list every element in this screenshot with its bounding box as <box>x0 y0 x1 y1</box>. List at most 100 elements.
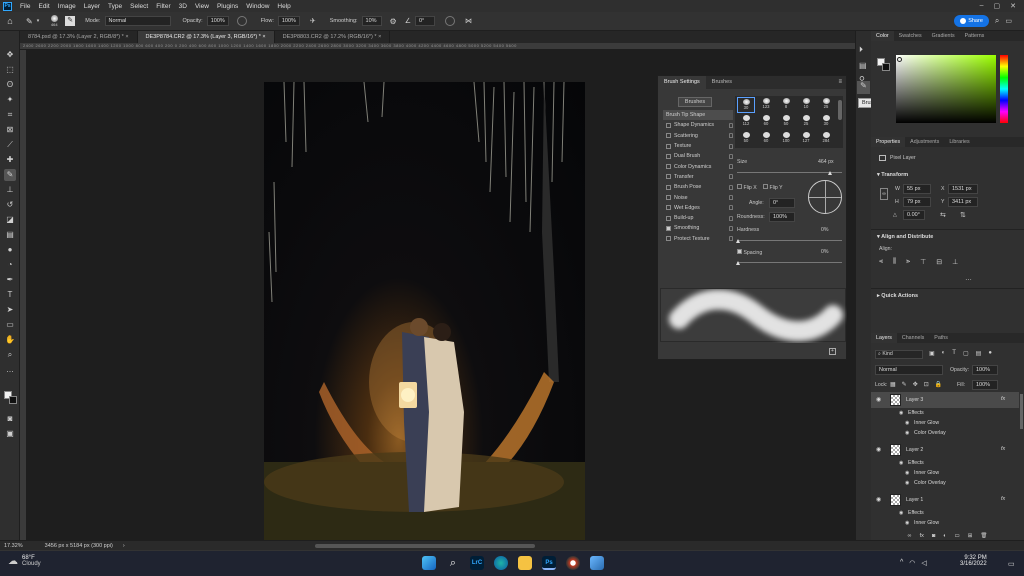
checkbox-icon[interactable] <box>666 153 671 159</box>
background-color-chip[interactable] <box>882 63 890 71</box>
tab-libraries[interactable]: Libraries <box>944 137 974 147</box>
menu-image[interactable]: Image <box>54 3 80 10</box>
eye-icon[interactable]: ◉ <box>905 470 909 476</box>
brush-setting-item[interactable]: Brush Pose <box>663 182 733 192</box>
history-brush-tool-icon[interactable]: ↺ <box>4 199 16 211</box>
tab-properties[interactable]: Properties <box>871 137 906 147</box>
comments-panel-icon[interactable]: ▤ <box>859 61 867 70</box>
checkbox-icon[interactable] <box>666 133 671 139</box>
menu-window[interactable]: Window <box>242 3 273 10</box>
search-icon[interactable]: ⌕ <box>446 556 460 570</box>
lasso-tool-icon[interactable]: ʘ <box>4 79 16 91</box>
size-slider-handle[interactable] <box>828 171 832 175</box>
toggle-brush-panel-icon[interactable]: ✎ <box>65 16 76 26</box>
notification-icon[interactable]: ▭ <box>1008 560 1015 568</box>
chevron-down-icon[interactable]: ▾ <box>37 18 40 24</box>
app-circle-icon[interactable] <box>566 556 580 570</box>
opacity-field[interactable]: 100% <box>206 16 229 26</box>
brush-setting-item[interactable]: Brush Tip Shape <box>663 110 733 121</box>
hardness-value[interactable]: 0% <box>821 227 829 233</box>
checkbox-icon[interactable] <box>666 184 671 190</box>
brush-preset[interactable]: 123 <box>757 97 775 113</box>
tab-document-1[interactable]: 8784.psd @ 17.3% (Layer 2, RGB/8*) * × <box>20 31 138 43</box>
brush-preset[interactable]: 284 <box>817 131 835 147</box>
lock-all-icon[interactable]: 🔒 <box>935 381 942 388</box>
lightroom-icon[interactable]: LrC <box>470 556 484 570</box>
lock-icon[interactable] <box>729 143 733 149</box>
photoshop-icon[interactable]: Ps <box>542 556 556 570</box>
lock-icon[interactable] <box>729 215 733 221</box>
align-top-icon[interactable]: ⊤ <box>920 258 926 266</box>
brush-preset-picker[interactable]: 464 <box>47 15 61 27</box>
flip-y-checkbox[interactable]: Flip Y <box>763 184 783 191</box>
brushes-button[interactable]: Brushes <box>678 97 712 107</box>
brush-preset[interactable]: 100 <box>777 131 795 147</box>
fill-field[interactable]: 100% <box>972 380 998 390</box>
checkbox-icon[interactable] <box>666 195 671 201</box>
lock-icon[interactable] <box>729 205 733 211</box>
brush-preset[interactable]: 50 <box>737 131 755 147</box>
document-info[interactable]: 3456 px x 5184 px (300 ppi) <box>45 543 113 549</box>
hand-tool-icon[interactable]: ✋ <box>4 334 16 346</box>
layer-name[interactable]: Layer 3 <box>906 397 923 403</box>
background-color-swatch[interactable] <box>9 396 17 404</box>
eye-icon[interactable]: ◉ <box>905 480 909 486</box>
eye-icon[interactable]: ◉ <box>905 520 909 526</box>
lock-icon[interactable] <box>729 122 733 128</box>
filter-adjustment-icon[interactable]: ◐ <box>942 350 946 357</box>
flip-vertical-icon[interactable]: ⇅ <box>960 211 966 219</box>
lock-icon[interactable] <box>729 225 733 231</box>
presets-scrollbar[interactable] <box>838 100 842 120</box>
horizontal-scrollbar[interactable] <box>314 543 535 548</box>
photos-icon[interactable] <box>590 556 604 570</box>
brush-settings-panel-icon[interactable]: ✎ <box>857 81 870 94</box>
brush-setting-item[interactable]: Shape Dynamics <box>663 120 733 130</box>
size-slider[interactable] <box>737 172 842 173</box>
tab-adjustments[interactable]: Adjustments <box>905 137 944 147</box>
tab-channels[interactable]: Channels <box>897 333 929 343</box>
mode-select[interactable]: Normal <box>104 16 171 26</box>
menu-layer[interactable]: Layer <box>80 3 104 10</box>
color-picker-field[interactable] <box>896 55 996 123</box>
lock-transparent-icon[interactable]: ▦ <box>890 381 896 388</box>
menu-filter[interactable]: Filter <box>152 3 174 10</box>
y-field[interactable]: 3411 px <box>948 197 978 207</box>
layer-mask-icon[interactable]: ◙ <box>932 533 935 540</box>
filter-toggle-icon[interactable]: ● <box>988 350 992 357</box>
group-icon[interactable]: ▭ <box>955 533 960 540</box>
brush-preset[interactable]: 30 <box>817 114 835 130</box>
transform-header[interactable]: ▾ Transform <box>877 172 908 178</box>
flow-field[interactable]: 100% <box>277 16 300 26</box>
lock-position-icon[interactable]: ✥ <box>913 381 918 388</box>
gradient-tool-icon[interactable]: ▤ <box>4 229 16 241</box>
brush-preset[interactable]: 60 <box>757 114 775 130</box>
blur-tool-icon[interactable]: ● <box>4 244 16 256</box>
brush-preset[interactable]: 127 <box>797 131 815 147</box>
lock-icon[interactable] <box>729 164 733 170</box>
effect-row[interactable]: ◉ Effects <box>871 408 1019 418</box>
eye-icon[interactable]: ◉ <box>899 460 903 466</box>
align-middle-icon[interactable]: ⊟ <box>936 258 942 266</box>
brush-preset[interactable]: 60 <box>757 131 775 147</box>
clone-stamp-tool-icon[interactable]: ⊥ <box>4 184 16 196</box>
checkbox-icon[interactable] <box>666 174 671 180</box>
frame-tool-icon[interactable]: ⊠ <box>4 124 16 136</box>
tab-color[interactable]: Color <box>871 31 894 41</box>
type-tool-icon[interactable]: T <box>4 289 16 301</box>
fx-icon[interactable]: fx <box>1001 496 1005 502</box>
align-bottom-icon[interactable]: ⊥ <box>952 258 958 266</box>
pressure-opacity-icon[interactable] <box>236 16 247 26</box>
tab-patterns[interactable]: Patterns <box>960 31 990 41</box>
tab-document-3[interactable]: DE3P8803.CR2 @ 17.2% (RGB/16*) * × <box>275 31 391 43</box>
checkbox-icon[interactable] <box>666 205 671 211</box>
layer-opacity-field[interactable]: 100% <box>972 365 998 375</box>
document-canvas-photo[interactable] <box>264 82 585 540</box>
symmetry-icon[interactable]: ⋈ <box>465 17 472 25</box>
eye-icon[interactable]: ◉ <box>899 410 903 416</box>
eraser-tool-icon[interactable]: ◪ <box>4 214 16 226</box>
height-field[interactable]: 79 px <box>903 197 931 207</box>
eye-icon[interactable]: ◉ <box>876 396 881 403</box>
checkbox-icon[interactable] <box>666 225 671 231</box>
menu-file[interactable]: File <box>16 3 34 10</box>
checkbox-icon[interactable] <box>666 122 671 128</box>
